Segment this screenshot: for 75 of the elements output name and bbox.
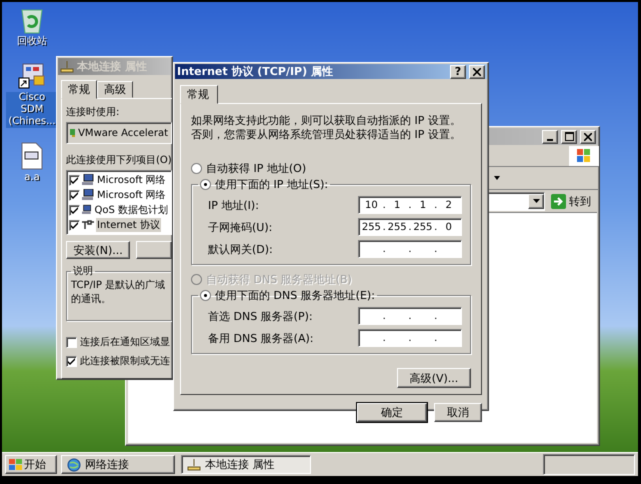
field-label: 默认网关(D): [208,242,273,256]
button[interactable] [136,241,172,259]
radio-label: 使用下面的 DNS 服务器地址(E): [215,288,375,302]
minimize-icon [547,138,553,140]
field-label: IP 地址(I): [208,198,259,212]
cancel-button[interactable]: 取消 [434,403,482,422]
maximize-icon [564,132,574,141]
tab[interactable]: 常规 [180,85,218,104]
checkbox[interactable] [69,174,80,186]
dropdown-arrow-icon[interactable] [494,176,500,180]
network-card-icon [70,129,76,137]
close-icon [473,68,481,76]
checkbox[interactable] [66,336,77,348]
advanced-button[interactable]: 高级(V)... [397,368,471,388]
field-label: 备用 DNS 服务器(A): [208,330,314,346]
computer-icon [82,189,94,201]
list-item[interactable]: QoS 数据包计划 [93,203,169,217]
help-button[interactable]: ? [450,64,466,78]
network-plug-icon [82,220,94,230]
radio-label: 自动获得 IP 地址(O) [206,160,306,176]
ip-address-field[interactable]: 255 . 255 . 255 . 0 [358,218,462,236]
computer-icon [82,204,92,216]
ok-button[interactable]: 确定 [357,403,427,422]
checkbox[interactable] [69,190,80,200]
application-shortcut-icon[interactable] [17,62,47,90]
radio-label: 使用下面的 IP 地址(S): [215,176,328,192]
go-arrow-icon [551,194,566,208]
checkbox[interactable] [69,220,80,230]
close-button[interactable] [580,130,596,144]
checkbox-label: 此连接被限制或无连 [80,354,170,368]
connection-icon [187,458,201,470]
list-item[interactable]: Microsoft 网络 [96,173,167,187]
document-icon[interactable] [21,142,43,170]
ip-address-field[interactable]: . . . [358,307,462,325]
field-label: 首选 DNS 服务器(P): [208,308,313,324]
windows-flag-icon [9,458,22,470]
description-text: TCP/IP 是默认的广域 [71,278,166,292]
field-label: 子网掩码(U): [208,220,272,234]
list-item[interactable]: Internet 协议 [96,218,161,232]
go-button[interactable]: 转到 [549,192,593,210]
ip-address-field[interactable]: . . . [358,240,462,258]
desktop-icon-label[interactable]: 回收站 [6,36,58,48]
start-button[interactable]: 开始 [5,455,57,474]
globe-icon [67,458,81,472]
list-label: 此连接使用下列项目(O) [66,154,172,167]
caret-icon [532,199,540,203]
checkbox-label: 连接后在通知区域显 [80,336,170,349]
tab[interactable]: 高级 [97,81,133,98]
title-bar[interactable]: Internet 协议 (TCP/IP) 属性 ? [175,64,487,79]
ip-address-field[interactable]: . . . [358,329,462,347]
checkbox[interactable] [69,204,80,216]
radio-button[interactable] [191,162,202,174]
close-icon [584,132,592,140]
description-text: 的通讯。 [71,292,112,306]
tab[interactable]: 常规 [61,80,97,99]
radio-button[interactable] [200,290,211,300]
intro-text: 如果网络支持此功能，则可以获取自动指派的 IP 设置。否则，您需要从网络系统管理员处获得适当的 IP 设置。 [191,114,462,142]
radio-button[interactable] [200,178,211,190]
field-label: 连接时使用: [66,106,120,119]
ip-address-field[interactable]: 10 . 1 . 1 . 2 [358,196,462,214]
install-button[interactable]: 安装(N)... [66,241,130,259]
dropdown-button[interactable] [528,194,544,208]
group-legend: 说明 [73,266,93,277]
connection-icon [60,60,74,72]
taskbar-button[interactable]: 本地连接 属性 [181,455,311,474]
window-title: Internet 协议 (TCP/IP) 属性 [177,64,334,79]
minimize-button[interactable] [542,130,558,144]
taskbar-button[interactable]: 网络连接 [61,455,175,474]
list-item[interactable]: Microsoft 网络 [96,188,167,202]
checkbox[interactable] [66,356,77,366]
close-button[interactable] [469,64,485,78]
computer-icon [82,174,94,186]
maximize-button[interactable] [561,130,577,144]
adapter-field: VMware Accelerat [66,122,172,144]
desktop-icon-label[interactable]: Cisco SDM (Chines... [6,92,58,128]
